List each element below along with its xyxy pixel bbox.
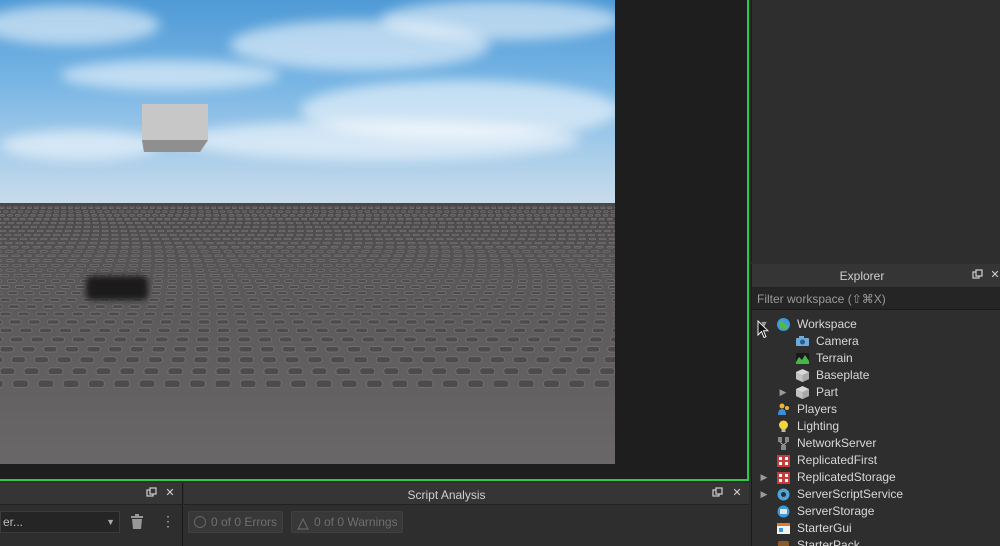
3d-viewport[interactable] [0,0,615,464]
explorer-item-networkserver[interactable]: NetworkServer [752,435,1000,452]
collapsed-arrow-icon[interactable]: ▶ [778,384,788,401]
explorer-item-replicatedfirst[interactable]: ReplicatedFirst [752,452,1000,469]
lighting-bulb-icon [779,420,788,432]
explorer-item-label: ReplicatedStorage [797,470,896,484]
explorer-item-baseplate[interactable]: Baseplate [752,367,1000,384]
network-server-icon [778,437,789,450]
explorer-item-label: ServerStorage [797,504,875,518]
explorer-item-label: Camera [816,334,859,348]
warning-icon [297,516,309,530]
studio-window: Explorer ✕ Filter workspace (⇧⌘X) ▼ Works… [0,0,1000,546]
server-script-service-icon [777,488,790,501]
explorer-item-label: NetworkServer [797,436,877,450]
explorer-item-label: Workspace [797,317,857,331]
starter-pack-icon [778,541,789,546]
explorer-item-label: StarterGui [797,521,852,535]
explorer-item-label: Terrain [816,351,853,365]
explorer-item-starterpack[interactable]: StarterPack [752,537,1000,546]
explorer-item-terrain[interactable]: Terrain [752,350,1000,367]
explorer-item-label: StarterPack [797,538,860,546]
part-shadow [86,276,148,300]
explorer-item-label: Part [816,385,839,399]
undock-icon[interactable] [145,487,157,499]
script-analysis-panel: Script Analysis ✕ 0 of 0 Errors 0 of 0 W… [184,483,749,546]
explorer-item-lighting[interactable]: Lighting [752,418,1000,435]
script-analysis-title: Script Analysis [407,488,486,502]
starter-gui-icon [777,523,790,534]
baseplate-studs [0,206,615,388]
warnings-label: 0 of 0 Warnings [314,515,398,529]
undock-icon[interactable] [971,269,983,281]
explorer-filter-input[interactable]: Filter workspace (⇧⌘X) [752,288,1000,310]
output-filter-value: er... [3,515,24,529]
replicated-storage-icon [777,472,790,484]
viewport-side-area [615,0,747,479]
chevron-down-icon: ▼ [106,517,115,527]
explorer-item-startergui[interactable]: StarterGui [752,520,1000,537]
replicated-first-icon [777,455,790,467]
explorer-header: Explorer ✕ [752,264,1000,288]
trash-icon[interactable] [130,514,144,529]
error-icon [194,516,206,528]
explorer-item-serverstorage[interactable]: ServerStorage [752,503,1000,520]
errors-label: 0 of 0 Errors [211,515,278,529]
explorer-panel: Explorer ✕ Filter workspace (⇧⌘X) ▼ Works… [751,264,1000,546]
explorer-item-replicatedstorage[interactable]: ▶ ReplicatedStorage [752,469,1000,486]
explorer-tree: ▼ Workspace Camera Terrain Baseplate ▶ Part Pla… [752,310,1000,546]
explorer-item-workspace[interactable]: ▼ Workspace [752,316,1000,333]
collapsed-arrow-icon[interactable]: ▶ [759,486,769,503]
output-panel: ✕ er... ▼ ⋮ [0,483,183,546]
explorer-item-players[interactable]: Players [752,401,1000,418]
explorer-item-part[interactable]: ▶ Part [752,384,1000,401]
more-options-icon[interactable]: ⋮ [161,513,175,529]
explorer-title: Explorer [839,269,885,283]
terrain-icon [796,353,809,364]
server-storage-icon [777,505,790,518]
explorer-item-label: Lighting [797,419,840,433]
explorer-item-label: Players [797,402,838,416]
properties-panel-empty [751,0,1000,262]
script-analysis-header: Script Analysis ✕ [184,483,749,505]
part-cube-icon [796,386,809,399]
undock-icon[interactable] [711,487,723,499]
output-filter-dropdown[interactable]: er... ▼ [0,511,120,533]
viewport-frame [0,0,749,481]
explorer-item-camera[interactable]: Camera [752,333,1000,350]
workspace-globe-icon [777,318,790,331]
warnings-filter-button[interactable]: 0 of 0 Warnings [291,511,403,533]
explorer-item-label: ReplicatedFirst [797,453,878,467]
part-block[interactable] [140,102,212,154]
collapsed-arrow-icon[interactable]: ▶ [759,469,769,486]
mouse-cursor-icon [757,320,769,339]
output-header: ✕ [0,483,182,505]
players-icon [778,403,789,415]
explorer-item-serverscriptservice[interactable]: ▶ ServerScriptService [752,486,1000,503]
errors-filter-button[interactable]: 0 of 0 Errors [188,511,283,533]
close-icon[interactable]: ✕ [731,487,743,499]
camera-icon [796,336,809,346]
explorer-item-label: ServerScriptService [797,487,904,501]
close-icon[interactable]: ✕ [989,269,1000,281]
close-icon[interactable]: ✕ [164,487,176,499]
explorer-item-label: Baseplate [816,368,870,382]
part-cube-icon [796,369,809,382]
